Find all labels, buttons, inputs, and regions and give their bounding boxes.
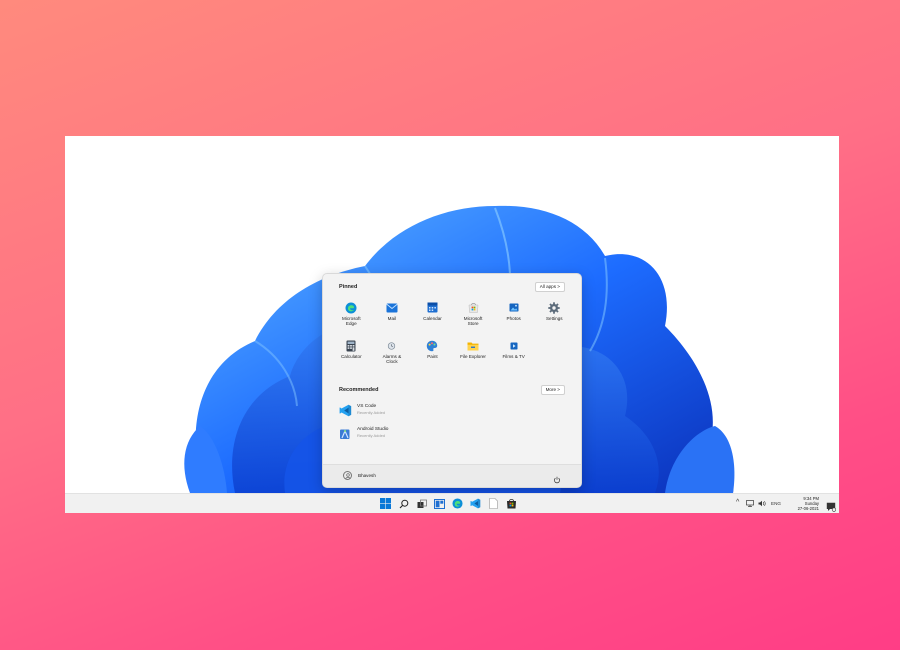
taskbar: ^ ENG 9:34 PM Sunday 27-06-2021 — [65, 493, 839, 513]
widgets-icon — [434, 498, 445, 509]
app-label: Photos — [506, 316, 521, 321]
recommended-list: VS Code Recently Added Android Studio Re… — [339, 402, 565, 448]
app-label: Calculator — [340, 354, 362, 359]
pinned-app-file-explorer[interactable]: File Explorer — [453, 337, 494, 375]
vscode-icon — [470, 498, 481, 509]
power-button[interactable] — [553, 471, 561, 484]
recommended-header: Recommended More > — [339, 385, 565, 397]
app-label: Microsoft Store — [463, 316, 483, 327]
task-view-icon — [417, 499, 427, 508]
pinned-app-calendar[interactable]: Calendar — [412, 299, 453, 337]
pinned-app-store[interactable]: Microsoft Store — [453, 299, 494, 337]
edge-icon — [345, 301, 358, 314]
edge-icon — [452, 498, 463, 509]
taskbar-notepad-button[interactable] — [487, 497, 500, 510]
calendar-icon — [426, 301, 439, 314]
start-menu-footer: Bhavesh — [323, 464, 581, 487]
app-label: Mail — [387, 316, 397, 321]
clock[interactable]: 9:34 PM Sunday 27-06-2021 — [798, 496, 819, 512]
search-icon — [399, 499, 408, 508]
recommended-subtitle: Recently Added — [357, 433, 386, 438]
app-label: Alarms & Clock — [382, 354, 402, 365]
recommended-item-vscode[interactable]: VS Code Recently Added — [339, 402, 565, 425]
network-icon[interactable] — [746, 500, 754, 507]
store-icon — [467, 301, 480, 314]
taskbar-apps — [379, 497, 518, 511]
taskbar-store-button[interactable] — [505, 497, 518, 510]
recommended-title: Recommended — [339, 387, 379, 393]
notification-icon — [826, 502, 837, 512]
folder-icon — [467, 339, 480, 352]
pinned-app-mail[interactable]: Mail — [372, 299, 413, 337]
store-icon — [507, 499, 516, 509]
pinned-title: Pinned — [339, 284, 358, 290]
gear-icon — [548, 301, 561, 314]
taskbar-vscode-button[interactable] — [469, 497, 482, 510]
chevron-up-icon[interactable]: ^ — [736, 499, 739, 506]
recommended-subtitle: Recently Added — [357, 410, 386, 415]
notifications-button[interactable] — [826, 499, 837, 512]
pinned-app-calculator[interactable]: Calculator — [331, 337, 372, 375]
recommended-name: VS Code — [357, 404, 377, 409]
app-label: Paint — [427, 354, 438, 359]
system-tray: ^ ENG — [736, 494, 839, 513]
app-label: Microsoft Edge — [341, 316, 361, 327]
pinned-apps-grid: Microsoft Edge Mail Calendar Microsoft S… — [331, 299, 575, 371]
app-label: Settings — [545, 316, 563, 321]
photos-icon — [507, 301, 520, 314]
mail-icon — [385, 301, 398, 314]
search-button[interactable] — [397, 497, 410, 510]
pinned-app-alarms-clock[interactable]: Alarms & Clock — [372, 337, 413, 375]
pinned-app-settings[interactable]: Settings — [534, 299, 575, 337]
language-indicator[interactable]: ENG — [771, 501, 781, 506]
clock-date: 27-06-2021 — [797, 506, 819, 512]
pinned-app-films-tv[interactable]: Films & TV — [493, 337, 534, 375]
document-icon — [489, 498, 498, 509]
recommended-name: Android Studio — [357, 427, 389, 432]
volume-icon[interactable] — [758, 500, 766, 507]
pinned-header: Pinned All apps > — [339, 282, 565, 294]
calculator-icon — [345, 339, 358, 352]
android-studio-icon — [339, 427, 352, 440]
start-menu: Pinned All apps > Microsoft Edge Mail Ca… — [322, 273, 582, 488]
pinned-app-photos[interactable]: Photos — [493, 299, 534, 337]
alarm-clock-icon — [385, 339, 398, 352]
all-apps-button[interactable]: All apps > — [534, 282, 565, 292]
recommended-item-android-studio[interactable]: Android Studio Recently Added — [339, 425, 565, 448]
windows-logo-icon — [380, 498, 391, 509]
app-label: Films & TV — [502, 354, 525, 359]
taskbar-edge-button[interactable] — [451, 497, 464, 510]
films-icon — [507, 339, 520, 352]
avatar — [343, 471, 352, 480]
power-icon — [554, 476, 560, 484]
pinned-app-paint[interactable]: Paint — [412, 337, 453, 375]
app-label: Calendar — [423, 316, 442, 321]
app-label: File Explorer — [460, 354, 486, 359]
task-view-button[interactable] — [415, 497, 428, 510]
vscode-icon — [339, 404, 352, 417]
desktop-window: Pinned All apps > Microsoft Edge Mail Ca… — [65, 136, 839, 513]
start-button[interactable] — [379, 497, 392, 510]
user-name: Bhavesh — [358, 473, 376, 478]
paint-icon — [426, 339, 439, 352]
pinned-app-edge[interactable]: Microsoft Edge — [331, 299, 372, 337]
more-button[interactable]: More > — [540, 385, 565, 395]
widgets-button[interactable] — [433, 497, 446, 510]
